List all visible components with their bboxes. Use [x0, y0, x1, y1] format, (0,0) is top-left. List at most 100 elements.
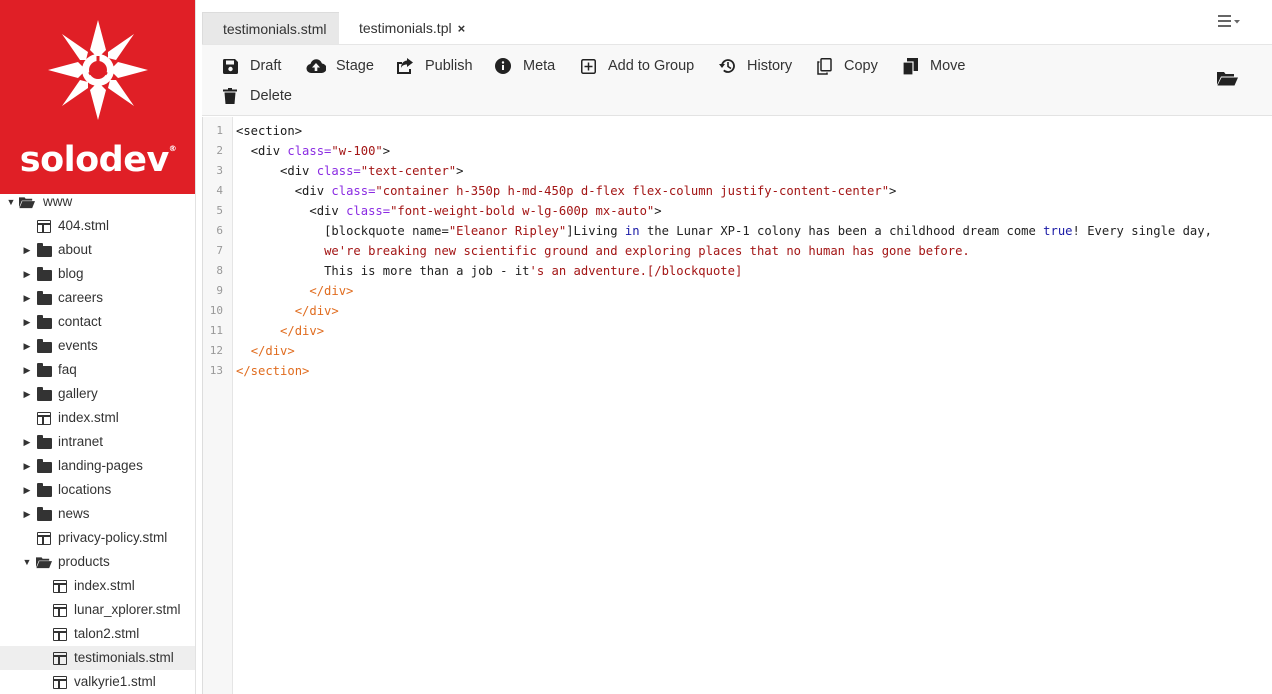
- tree-folder-landing-pages[interactable]: ▶ landing-pages: [0, 454, 195, 478]
- tree-folder-intranet[interactable]: ▶ intranet: [0, 430, 195, 454]
- tree-file-index[interactable]: index.stml: [0, 406, 195, 430]
- code-line: </section>: [236, 364, 310, 378]
- publish-label: Publish: [425, 58, 473, 74]
- file-icon: [52, 574, 68, 598]
- close-icon[interactable]: ×: [458, 21, 466, 36]
- copy-icon: [814, 56, 834, 76]
- tree-folder-locations[interactable]: ▶ locations: [0, 478, 195, 502]
- code-line: <div class="w-100">: [250, 144, 391, 158]
- caret-right-icon[interactable]: ▶: [22, 238, 32, 262]
- code-line: This is more than a job - it's an advent…: [324, 264, 743, 278]
- cloud-upload-icon: [306, 56, 326, 76]
- code-line: </div>: [250, 344, 295, 358]
- tree-file-privacy-policy[interactable]: privacy-policy.stml: [0, 526, 195, 550]
- tree-file-valkyrie1[interactable]: valkyrie1.stml: [0, 670, 195, 694]
- caret-right-icon[interactable]: ▶: [22, 286, 32, 310]
- add-to-group-button[interactable]: Add to Group: [578, 54, 694, 78]
- folder-icon: [36, 502, 52, 526]
- folder-icon: [36, 238, 52, 262]
- line-number-gutter: 1 2 3 4 5 6 7 8 9 10 11 12 13: [203, 117, 233, 694]
- tree-folder-news[interactable]: ▶ news: [0, 502, 195, 526]
- caret-right-icon[interactable]: ▶: [22, 478, 32, 502]
- tree-folder-about[interactable]: ▶ about: [0, 238, 195, 262]
- folder-icon: [36, 334, 52, 358]
- tab-label: testimonials.stml: [223, 21, 327, 37]
- caret-right-icon[interactable]: ▶: [22, 334, 32, 358]
- tab-testimonials-tpl[interactable]: testimonials.tpl ×: [339, 12, 486, 44]
- history-button[interactable]: History: [717, 54, 792, 78]
- line-number: 2: [216, 144, 223, 157]
- solodev-logo[interactable]: solodev®: [0, 0, 195, 194]
- delete-label: Delete: [250, 88, 292, 104]
- tree-file-talon2[interactable]: talon2.stml: [0, 622, 195, 646]
- folder-icon: [36, 286, 52, 310]
- folder-open-icon: [19, 190, 35, 214]
- caret-right-icon[interactable]: ▶: [22, 310, 32, 334]
- caret-right-icon[interactable]: ▶: [22, 358, 32, 382]
- file-icon: [52, 598, 68, 622]
- publish-button[interactable]: Publish: [395, 54, 473, 78]
- stage-label: Stage: [336, 58, 374, 74]
- caret-right-icon[interactable]: ▶: [22, 430, 32, 454]
- logo-wordmark: solodev®: [19, 140, 177, 180]
- tree-folder-blog[interactable]: ▶ blog: [0, 262, 195, 286]
- share-icon: [395, 56, 415, 76]
- meta-label: Meta: [523, 58, 556, 74]
- tree-folder-gallery[interactable]: ▶ gallery: [0, 382, 195, 406]
- line-number: 13: [209, 364, 223, 377]
- copy-label: Copy: [844, 58, 878, 74]
- folder-icon: [36, 478, 52, 502]
- line-number: 4: [216, 184, 223, 197]
- stage-button[interactable]: Stage: [306, 54, 374, 78]
- caret-right-icon[interactable]: ▶: [22, 262, 32, 286]
- code-editor[interactable]: 1 2 3 4 5 6 7 8 9 10 11 12 13 <section> …: [202, 117, 1272, 694]
- tree-folder-www[interactable]: ▼ www: [0, 190, 195, 214]
- caret-right-icon[interactable]: ▶: [22, 454, 32, 478]
- copy-button[interactable]: Copy: [814, 54, 878, 78]
- tree-folder-careers[interactable]: ▶ careers: [0, 286, 195, 310]
- folder-icon: [36, 358, 52, 382]
- file-icon: [36, 526, 52, 550]
- folder-icon: [36, 262, 52, 286]
- tree-folder-faq[interactable]: ▶ faq: [0, 358, 195, 382]
- file-tree: ▼ www 404.stml ▶ about ▶ blog ▶ careers …: [0, 190, 195, 694]
- file-icon: [52, 670, 68, 694]
- caret-down-icon[interactable]: ▼: [22, 550, 32, 574]
- code-line: </div>: [280, 324, 325, 338]
- move-button[interactable]: Move: [900, 54, 965, 78]
- code-line: <div class="font-weight-bold w-lg-600p m…: [309, 204, 662, 218]
- tree-file-testimonials[interactable]: testimonials.stml: [0, 646, 195, 670]
- trash-icon: [220, 86, 240, 106]
- code-line: we're breaking new scientific ground and…: [324, 244, 970, 258]
- move-label: Move: [930, 58, 966, 74]
- tab-testimonials-stml[interactable]: testimonials.stml: [202, 12, 348, 44]
- open-folder-icon[interactable]: [1217, 71, 1238, 89]
- draft-button[interactable]: Draft: [220, 54, 281, 78]
- folder-icon: [36, 310, 52, 334]
- move-files-icon: [900, 56, 920, 76]
- tree-file-products-index[interactable]: index.stml: [0, 574, 195, 598]
- tree-folder-contact[interactable]: ▶ contact: [0, 310, 195, 334]
- caret-right-icon[interactable]: ▶: [22, 382, 32, 406]
- draft-label: Draft: [250, 58, 282, 74]
- line-number: 3: [216, 164, 223, 177]
- code-content[interactable]: <section> <div class="w-100"> <div class…: [236, 121, 1212, 381]
- code-line: <div class="text-center">: [280, 164, 464, 178]
- folder-open-icon: [36, 550, 52, 574]
- tree-file-404[interactable]: 404.stml: [0, 214, 195, 238]
- line-number: 11: [209, 324, 223, 337]
- starburst-icon: [48, 20, 148, 120]
- tree-folder-products[interactable]: ▼ products: [0, 550, 195, 574]
- caret-right-icon[interactable]: ▶: [22, 502, 32, 526]
- folder-icon: [36, 382, 52, 406]
- tree-folder-events[interactable]: ▶ events: [0, 334, 195, 358]
- history-label: History: [747, 58, 793, 74]
- file-icon: [52, 622, 68, 646]
- delete-button[interactable]: Delete: [220, 84, 292, 108]
- code-line: </div>: [309, 284, 354, 298]
- line-number: 8: [216, 264, 223, 277]
- caret-down-icon[interactable]: ▼: [6, 190, 16, 214]
- tree-file-lunar-xplorer[interactable]: lunar_xplorer.stml: [0, 598, 195, 622]
- meta-button[interactable]: Meta: [493, 54, 555, 78]
- hamburger-menu-icon[interactable]: [1218, 14, 1242, 33]
